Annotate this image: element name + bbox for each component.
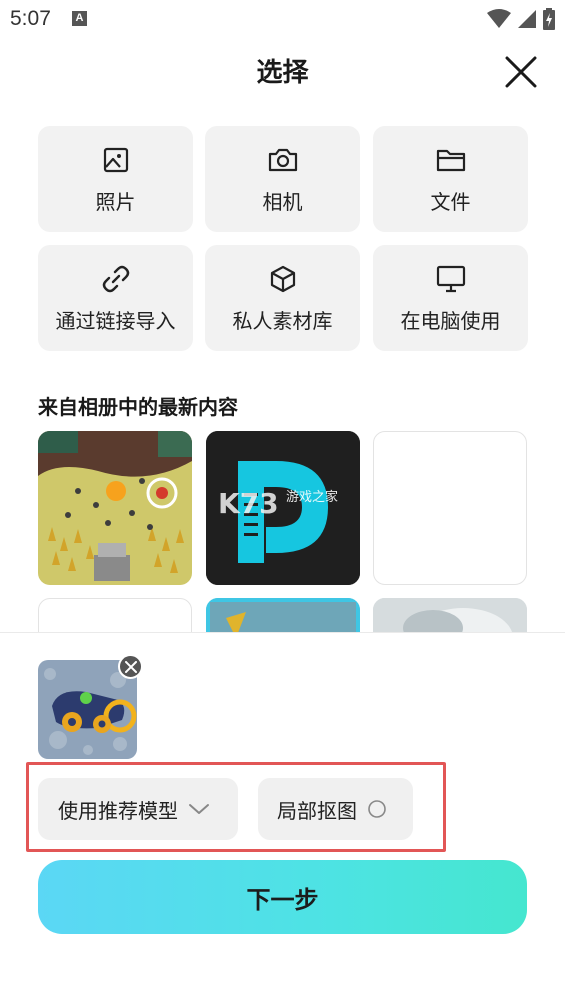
close-button[interactable]	[503, 54, 539, 90]
cellular-signal-icon	[518, 10, 536, 28]
source-files-button[interactable]: 文件	[373, 126, 528, 232]
battery-icon	[543, 8, 555, 30]
recent-thumbnail[interactable]	[373, 431, 527, 585]
source-link-label: 通过链接导入	[55, 309, 176, 333]
model-select-label: 使用推荐模型	[58, 798, 178, 823]
recent-thumbnail[interactable]: K73 游戏之家	[206, 431, 360, 585]
chevron-down-icon	[189, 804, 209, 814]
source-files-label: 文件	[430, 190, 471, 214]
close-icon	[124, 660, 137, 673]
partial-cutout-label: 局部抠图	[277, 798, 357, 823]
recent-section-title: 来自相册中的最新内容	[38, 395, 238, 419]
camera-icon	[268, 148, 297, 172]
next-step-button[interactable]: 下一步	[38, 860, 527, 934]
remove-selected-button[interactable]	[118, 654, 143, 679]
svg-text:游戏之家: 游戏之家	[286, 489, 338, 505]
source-link-button[interactable]: 通过链接导入	[38, 245, 193, 351]
source-desktop-label: 在电脑使用	[400, 309, 501, 333]
notification-icon: A	[72, 11, 87, 26]
source-camera-label: 相机	[262, 190, 303, 214]
folder-icon	[436, 149, 465, 172]
source-photos-button[interactable]: 照片	[38, 126, 193, 232]
app-logo-image: K73 游戏之家	[206, 431, 360, 585]
svg-text:K73: K73	[218, 487, 279, 520]
status-bar: 5:07 A	[0, 0, 565, 40]
game-screenshot-image	[38, 431, 192, 585]
recent-thumbnail[interactable]	[38, 431, 192, 585]
page-title: 选择	[256, 58, 309, 88]
source-camera-button[interactable]: 相机	[205, 126, 360, 232]
monitor-icon	[436, 265, 465, 293]
wifi-icon	[487, 9, 511, 28]
cube-icon	[270, 265, 295, 293]
source-library-label: 私人素材库	[232, 309, 333, 333]
source-library-button[interactable]: 私人素材库	[205, 245, 360, 351]
image-icon	[103, 147, 128, 173]
status-time: 5:07	[10, 7, 51, 30]
status-icons	[487, 8, 555, 30]
model-select-dropdown[interactable]: 使用推荐模型	[38, 778, 238, 840]
close-icon	[505, 56, 537, 88]
source-photos-label: 照片	[95, 190, 136, 214]
source-desktop-button[interactable]: 在电脑使用	[373, 245, 528, 351]
partial-cutout-toggle[interactable]: 局部抠图	[258, 778, 413, 840]
link-icon	[102, 265, 129, 293]
radio-icon	[368, 800, 386, 818]
